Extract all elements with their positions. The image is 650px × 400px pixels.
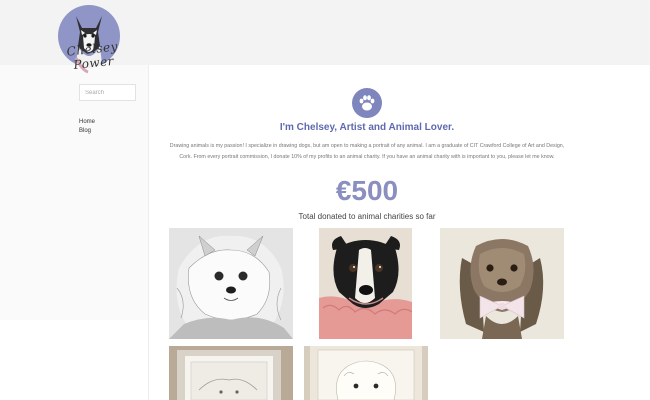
sidebar-nav: Home Blog xyxy=(79,118,95,136)
paw-icon-badge xyxy=(352,88,382,118)
gallery-image-pomeranian[interactable] xyxy=(169,228,293,339)
pomeranian-drawing xyxy=(169,228,293,339)
cockapoo-painting xyxy=(440,228,564,339)
gallery-image-framed-drawing[interactable] xyxy=(169,346,293,400)
site-logo[interactable]: Chelsey Power xyxy=(52,2,132,80)
donation-amount: €500 xyxy=(335,175,399,206)
paw-icon xyxy=(359,95,375,111)
nav-item-blog[interactable]: Blog xyxy=(79,127,95,136)
sidebar-background xyxy=(0,65,148,320)
nav-item-home[interactable]: Home xyxy=(79,118,95,127)
framed-drawing-photo xyxy=(169,346,293,400)
gallery-image-cockapoo[interactable] xyxy=(440,228,564,339)
gallery-image-fluffy-dog[interactable] xyxy=(304,346,428,400)
fluffy-dog-drawing xyxy=(304,346,428,400)
sidebar-divider xyxy=(148,65,149,400)
intro-paragraph: Drawing animals is my passion! I special… xyxy=(169,143,565,160)
search-input[interactable] xyxy=(79,84,136,101)
gallery-image-terrier[interactable] xyxy=(319,228,412,339)
terrier-painting xyxy=(319,228,412,339)
page-heading: I'm Chelsey, Artist and Animal Lover. xyxy=(279,122,455,133)
donation-caption: Total donated to animal charities so far xyxy=(298,212,436,221)
